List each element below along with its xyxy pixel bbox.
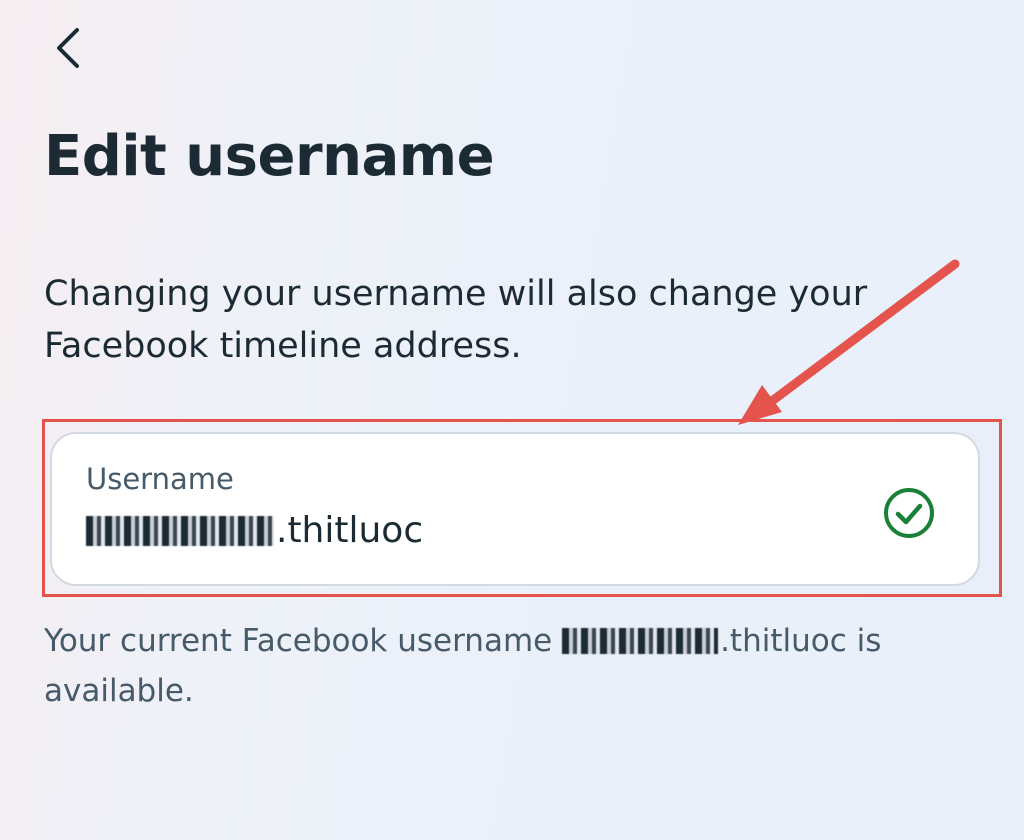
chevron-left-icon — [57, 28, 79, 68]
redacted-text — [562, 628, 719, 654]
page-title: Edit username — [44, 124, 495, 189]
redacted-text — [86, 515, 274, 546]
back-button[interactable] — [44, 22, 92, 74]
username-value-suffix: .thitluoc — [276, 510, 424, 551]
helper-text: Your current Facebook username .thitluoc… — [44, 616, 944, 716]
check-circle-icon — [884, 488, 934, 538]
username-input[interactable]: .thitluoc — [86, 510, 423, 551]
username-field-label: Username — [86, 462, 234, 496]
page-description: Changing your username will also change … — [44, 274, 868, 366]
username-field[interactable]: Username .thitluoc — [50, 432, 980, 586]
helper-prefix: Your current Facebook username — [44, 623, 563, 659]
